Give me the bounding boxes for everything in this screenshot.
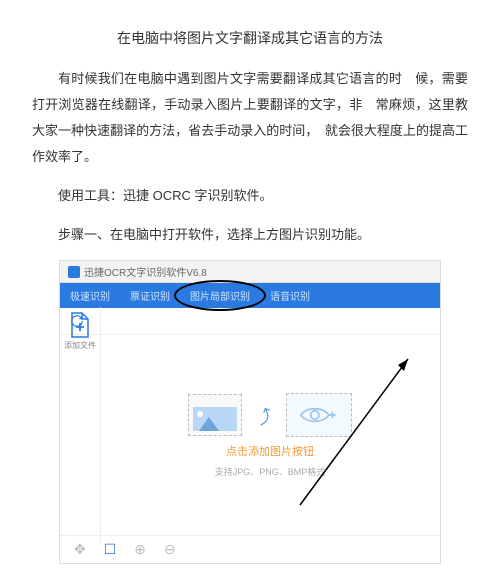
document-title: 在电脑中将图片文字翻译成其它语言的方法 xyxy=(32,24,468,52)
app-icon xyxy=(68,266,80,278)
upload-label: 点击添加图片按钮 xyxy=(226,443,314,459)
nav-item-ticket-ocr[interactable]: 票证识别 xyxy=(120,283,180,308)
crop-icon[interactable]: ☐ xyxy=(104,541,117,558)
photo-thumb-icon xyxy=(188,394,242,436)
app-screenshot: 迅捷OCR文字识别软件V6.8 极速识别 票证识别 图片局部识别 语音识别 添加… xyxy=(59,260,441,564)
preview-eye-icon xyxy=(286,393,352,437)
illustration: ⤴ xyxy=(188,393,352,437)
paragraph-tool: 使用工具：迅捷 OCRC 字识别软件。 xyxy=(32,183,468,209)
zoom-in-icon[interactable]: ⊕ xyxy=(134,541,146,558)
toolbar xyxy=(60,308,440,335)
formats-label: 支持JPG、PNG、BMP格式 xyxy=(215,465,326,478)
add-file-label: 添加文件 xyxy=(60,341,100,351)
nav-item-voice-ocr[interactable]: 语音识别 xyxy=(260,283,320,308)
add-file-icon[interactable] xyxy=(68,311,92,339)
drop-area[interactable]: ⤴ 点击添加图片按钮 支持JPG、PNG、BMP格式 xyxy=(100,335,440,535)
bottom-toolbar: ✥ ☐ ⊕ ⊖ xyxy=(60,535,440,563)
nav-item-fast-ocr[interactable]: 极速识别 xyxy=(60,283,120,308)
window-title-text: 迅捷OCR文字识别软件V6.8 xyxy=(84,264,207,279)
nav-bar: 极速识别 票证识别 图片局部识别 语音识别 xyxy=(60,283,440,308)
zoom-out-icon[interactable]: ⊖ xyxy=(164,541,176,558)
nav-item-image-region-ocr[interactable]: 图片局部识别 xyxy=(180,283,260,308)
side-panel: 添加文件 xyxy=(60,307,101,543)
window-titlebar: 迅捷OCR文字识别软件V6.8 xyxy=(60,261,440,283)
arrow-dots-icon: ⤴ xyxy=(252,400,277,429)
move-icon[interactable]: ✥ xyxy=(74,541,86,558)
paragraph-intro: 有时候我们在电脑中遇到图片文字需要翻译成其它语言的时 候，需要打开浏览器在线翻译… xyxy=(32,66,468,170)
paragraph-step1: 步骤一、在电脑中打开软件，选择上方图片识别功能。 xyxy=(32,222,468,248)
